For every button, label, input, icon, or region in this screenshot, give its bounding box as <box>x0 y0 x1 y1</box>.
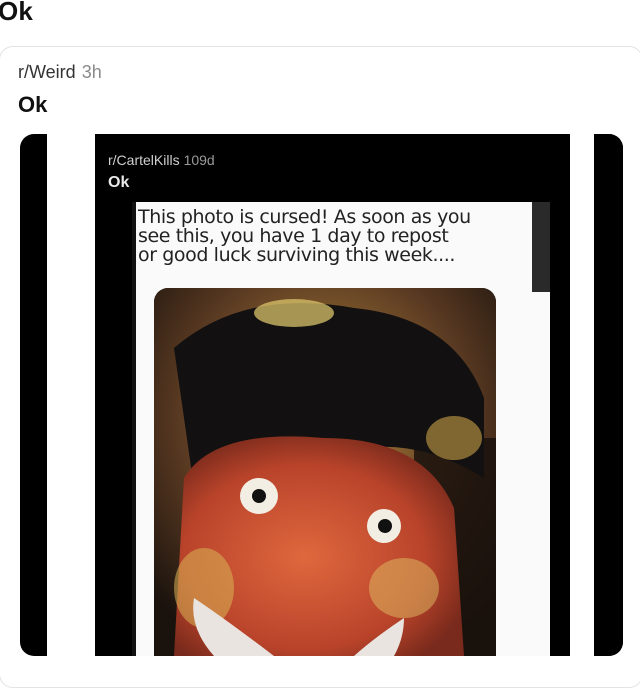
embedded-post-title: Ok <box>108 174 130 191</box>
caption-line: or good luck surviving this week.... <box>138 244 456 266</box>
embedded-post-meta: r/CartelKills 109d <box>108 152 215 168</box>
post-age: 3h <box>81 62 102 82</box>
subreddit-link[interactable]: r/Weird <box>18 62 76 82</box>
screenshot-edge <box>132 202 136 656</box>
embedded-screenshot: This photo is cursed! As soon as you see… <box>132 202 550 656</box>
page-title: Ok <box>0 0 34 26</box>
cursed-photo <box>154 288 496 656</box>
image-edge-right <box>594 134 623 656</box>
embedded-age: 109d <box>183 152 215 168</box>
embedded-subreddit: r/CartelKills <box>108 152 180 168</box>
post-image[interactable]: r/CartelKills 109d Ok This photo is curse… <box>20 134 623 656</box>
image-border-right <box>570 134 594 656</box>
post-meta: r/Weird 3h <box>18 62 102 83</box>
post-title[interactable]: Ok <box>18 92 47 118</box>
cursed-face-illustration <box>154 288 496 656</box>
cursed-caption: This photo is cursed! As soon as you see… <box>138 208 518 265</box>
screenshot-scrollbar <box>532 202 550 292</box>
image-border-left <box>47 134 95 656</box>
